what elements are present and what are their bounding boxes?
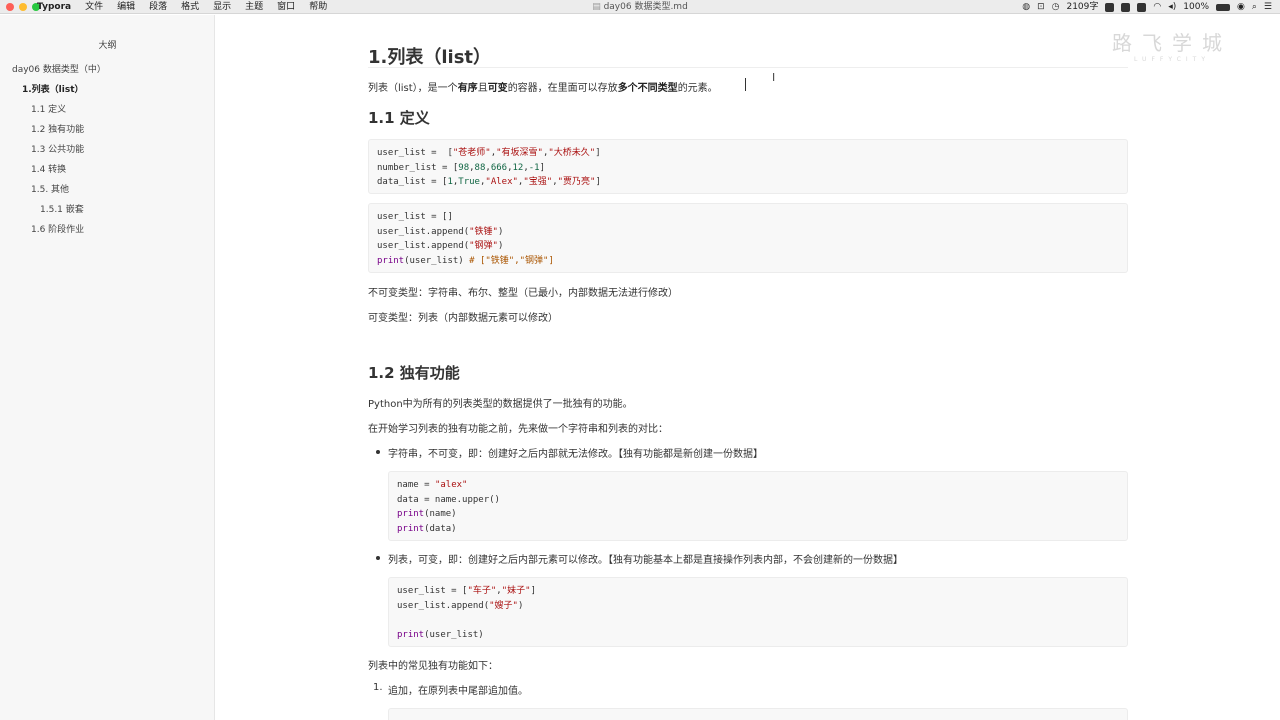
outline-item-nesting[interactable]: 1.5.1 嵌套 bbox=[0, 200, 215, 220]
heading-list[interactable]: 1.列表（list） bbox=[368, 43, 491, 69]
ordered-item-append[interactable]: 追加，在原列表中尾部追加值。 bbox=[388, 682, 528, 697]
battery-icon[interactable] bbox=[1216, 3, 1231, 11]
code-line[interactable]: user_list = ["车子","妹子"] bbox=[397, 584, 1119, 599]
wifi-icon[interactable]: ◠ bbox=[1153, 0, 1161, 14]
word-count[interactable]: 2109字 bbox=[1066, 0, 1098, 14]
outline-item-unique-functions[interactable]: 1.2 独有功能 bbox=[0, 120, 215, 140]
heading-define[interactable]: 1.1 定义 bbox=[368, 107, 430, 128]
outline-item-common-functions[interactable]: 1.3 公共功能 bbox=[0, 140, 215, 160]
unique-functions-paragraph[interactable]: Python中为所有的列表类型的数据提供了一批独有的功能。 bbox=[368, 395, 633, 410]
screen-record-icon[interactable]: ⊡ bbox=[1037, 0, 1045, 14]
wechat-icon[interactable]: ◍ bbox=[1022, 0, 1030, 14]
outline-item-convert[interactable]: 1.4 转换 bbox=[0, 160, 215, 180]
ibeam-cursor-icon: I bbox=[772, 71, 776, 84]
code-line[interactable]: user_list = ["苍老师","有坂深雪","大桥未久"] bbox=[377, 146, 1119, 161]
sync-icon[interactable] bbox=[1137, 2, 1147, 12]
common-functions-paragraph[interactable]: 列表中的常见独有功能如下： bbox=[368, 657, 498, 672]
list-bullet bbox=[376, 450, 380, 454]
code-block-string[interactable]: name = "alex" data = name.upper() print(na… bbox=[388, 471, 1128, 541]
code-block-define[interactable]: user_list = ["苍老师","有坂深雪","大桥未久"] number_… bbox=[368, 139, 1128, 194]
volume-icon[interactable]: ◂) bbox=[1168, 0, 1176, 14]
user-icon[interactable]: ◉ bbox=[1237, 0, 1245, 14]
code-line[interactable]: print(data) bbox=[397, 522, 1119, 537]
code-line[interactable]: number_list = [98,88,666,12,-1] bbox=[377, 161, 1119, 176]
code-line[interactable]: print(user_list) bbox=[397, 628, 1119, 643]
intro-paragraph[interactable]: 列表（list），是一个有序且可变的容器，在里面可以存放多个不同类型的元素。 bbox=[368, 79, 718, 94]
code-line[interactable]: name = "alex" bbox=[397, 478, 1119, 493]
immutable-types-text[interactable]: 不可变类型：字符串、布尔、整型（已最小，内部数据无法进行修改） bbox=[368, 284, 678, 299]
menu-bar: Typora 文件 编辑 段落 格式 显示 主题 窗口 帮助 ▤ day06 数… bbox=[0, 0, 1280, 14]
code-line[interactable] bbox=[397, 613, 1119, 628]
code-line[interactable]: user_list.append("嫂子") bbox=[397, 599, 1119, 614]
text-caret bbox=[745, 78, 746, 91]
code-block-next[interactable] bbox=[388, 708, 1128, 720]
code-line[interactable]: print(name) bbox=[397, 507, 1119, 522]
code-block-append[interactable]: user_list = [] user_list.append("铁锤") user… bbox=[368, 203, 1128, 273]
outline-item-other[interactable]: 1.5. 其他 bbox=[0, 180, 215, 200]
bullet-list[interactable]: 列表，可变，即：创建好之后内部元素可以修改。【独有功能基本上都是直接操作列表内部… bbox=[388, 551, 903, 566]
watermark-title: 路飞学城 bbox=[1112, 31, 1232, 55]
bullet-string[interactable]: 字符串，不可变，即：创建好之后内部就无法修改。【独有功能都是新创建一份数据】 bbox=[388, 445, 763, 460]
watermark-subtitle: LUFFYCITY bbox=[1134, 56, 1210, 63]
outline-item-list[interactable]: 1.列表（list） bbox=[0, 80, 215, 100]
code-block-list[interactable]: user_list = ["车子","妹子"] user_list.append(… bbox=[388, 577, 1128, 647]
code-line[interactable]: print(user_list) # ["铁锤","钢弹"] bbox=[377, 254, 1119, 269]
outline-item-homework[interactable]: 1.6 阶段作业 bbox=[0, 220, 215, 240]
outline-title: 大纲 bbox=[98, 41, 117, 51]
outline-item-define[interactable]: 1.1 定义 bbox=[0, 100, 215, 120]
mutable-types-text[interactable]: 可变类型：列表（内部数据元素可以修改） bbox=[368, 309, 558, 324]
outline-sidebar: 大纲 day06 数据类型（中） 1.列表（list） 1.1 定义 1.2 独… bbox=[0, 15, 215, 720]
compare-paragraph[interactable]: 在开始学习列表的独有功能之前，先来做一个字符串和列表的对比： bbox=[368, 420, 668, 435]
clock-icon[interactable]: ◷ bbox=[1052, 0, 1060, 14]
code-line[interactable]: user_list.append("铁锤") bbox=[377, 225, 1119, 240]
control-center-icon[interactable]: ☰ bbox=[1264, 0, 1272, 14]
window-title-text: day06 数据类型.md bbox=[603, 2, 688, 12]
code-line[interactable]: user_list = [] bbox=[377, 210, 1119, 225]
code-line[interactable]: user_list.append("钢弹") bbox=[377, 239, 1119, 254]
battery-level[interactable]: 100% bbox=[1183, 0, 1209, 14]
outline-list: day06 数据类型（中） 1.列表（list） 1.1 定义 1.2 独有功能… bbox=[0, 60, 215, 240]
search-icon[interactable]: ⌕ bbox=[1252, 0, 1257, 14]
bluetooth-icon[interactable] bbox=[1121, 2, 1131, 12]
editor-area[interactable]: 路飞学城 LUFFYCITY 1.列表（list） 列表（list），是一个有序… bbox=[216, 15, 1280, 720]
code-line[interactable]: data = name.upper() bbox=[397, 493, 1119, 508]
outline-item-day06[interactable]: day06 数据类型（中） bbox=[0, 60, 215, 80]
ordered-list-number: 1. bbox=[373, 682, 383, 693]
document-icon: ▤ bbox=[592, 2, 601, 12]
app-status-icon[interactable] bbox=[1105, 2, 1115, 12]
list-bullet bbox=[376, 556, 380, 560]
code-line[interactable]: data_list = [1,True,"Alex","宝强","贾乃亮"] bbox=[377, 175, 1119, 190]
heading-unique-functions[interactable]: 1.2 独有功能 bbox=[368, 362, 460, 383]
heading-divider bbox=[368, 67, 1128, 68]
luffycity-watermark: 路飞学城 LUFFYCITY bbox=[1112, 27, 1232, 63]
